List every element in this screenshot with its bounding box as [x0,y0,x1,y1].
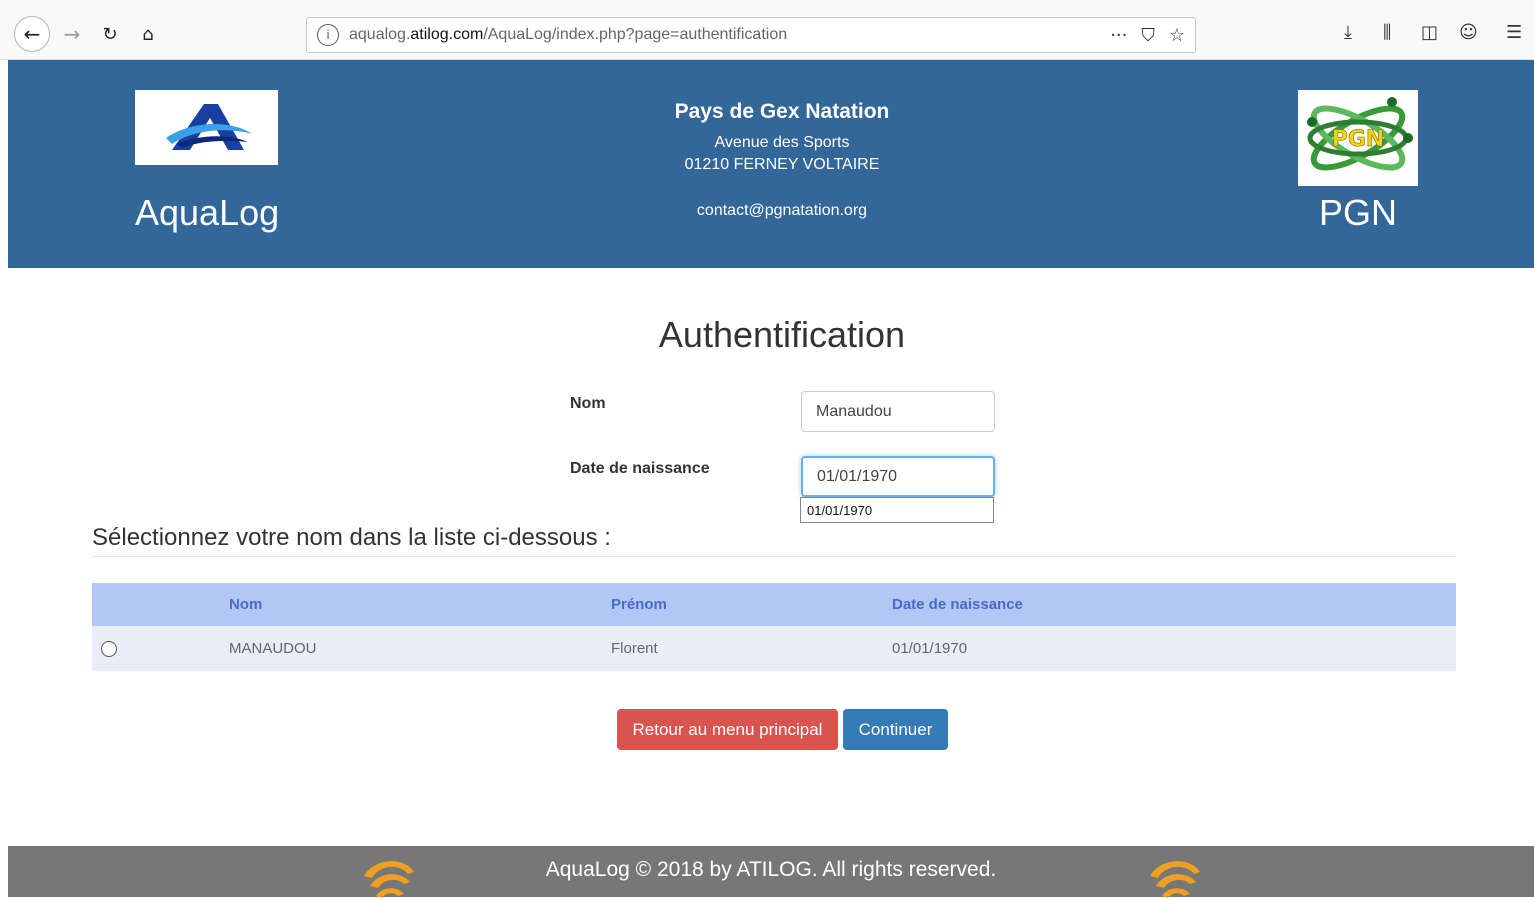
download-icon[interactable]: ⤓ [1344,22,1352,43]
back-to-menu-button[interactable]: Retour au menu principal [617,709,838,750]
bookmark-star-icon[interactable]: ☆ [1169,25,1185,46]
aqualog-logo[interactable] [135,90,278,165]
autocomplete-option[interactable]: 01/01/1970 [800,497,994,523]
continue-button[interactable]: Continuer [843,709,948,750]
back-icon[interactable]: ← [14,16,50,52]
library-icon[interactable]: ⫼ [1383,22,1391,43]
club-email[interactable]: contact@pgnatation.org [582,202,982,220]
atilog-logo-icon [1150,861,1200,898]
address-line-1: Avenue des Sports [714,134,850,151]
address-line-2: 01210 FERNEY VOLTAIRE [684,156,880,173]
pgn-logo[interactable]: PGN [1298,90,1418,186]
page-title: Authentification [658,314,906,355]
pocket-icon[interactable]: ⛉ [1141,25,1155,46]
cell-prenom: Florent [611,640,658,657]
nom-input[interactable] [801,391,995,432]
results-table: Nom Prénom Date de naissance MANAUDOU Fl… [92,583,1456,671]
brand-left: AquaLog [135,192,280,233]
club-info: Pays de Gex Natation Avenue des Sports 0… [582,100,982,220]
brand-right: PGN [1318,192,1397,233]
reload-icon[interactable]: ↻ [94,18,126,50]
forward-icon[interactable]: → [56,18,88,50]
row-select-radio[interactable] [101,640,117,657]
url-text[interactable]: aqualog.atilog.com/AquaLog/index.php?pag… [349,26,1110,44]
menu-icon[interactable]: ☰ [1506,22,1522,43]
browser-toolbar: ← → ↻ ⌂ i aqualog.atilog.com/AquaLog/ind… [0,0,1534,60]
footer-copyright: AquaLog © 2018 by ATILOG. All rights res… [545,858,997,881]
svg-text:PGN: PGN [1332,127,1385,152]
address-bar[interactable]: i aqualog.atilog.com/AquaLog/index.php?p… [306,17,1196,53]
cell-nom: MANAUDOU [229,640,317,657]
site-footer: AquaLog © 2018 by ATILOG. All rights res… [8,846,1534,898]
divider [92,556,1456,557]
table-header: Nom Prénom Date de naissance [92,583,1456,626]
sidebar-icon[interactable]: ◫ [1421,22,1438,43]
dob-label: Date de naissance [570,460,710,477]
header-dob: Date de naissance [892,596,1023,613]
nom-label: Nom [570,395,606,412]
site-header: AquaLog Pays de Gex Natation Avenue des … [8,60,1534,268]
cell-dob: 01/01/1970 [892,640,968,657]
header-nom: Nom [229,596,263,613]
account-icon[interactable]: ☺ [1459,22,1478,43]
header-prenom: Prénom [611,596,667,613]
club-name: Pays de Gex Natation [674,100,890,123]
info-icon[interactable]: i [317,24,339,46]
table-row[interactable]: MANAUDOU Florent 01/01/1970 [92,626,1456,671]
more-icon[interactable]: ··· [1110,25,1127,46]
list-title: Sélectionnez votre nom dans la liste ci-… [92,524,611,551]
home-icon[interactable]: ⌂ [132,18,164,50]
dob-input[interactable] [801,456,995,497]
